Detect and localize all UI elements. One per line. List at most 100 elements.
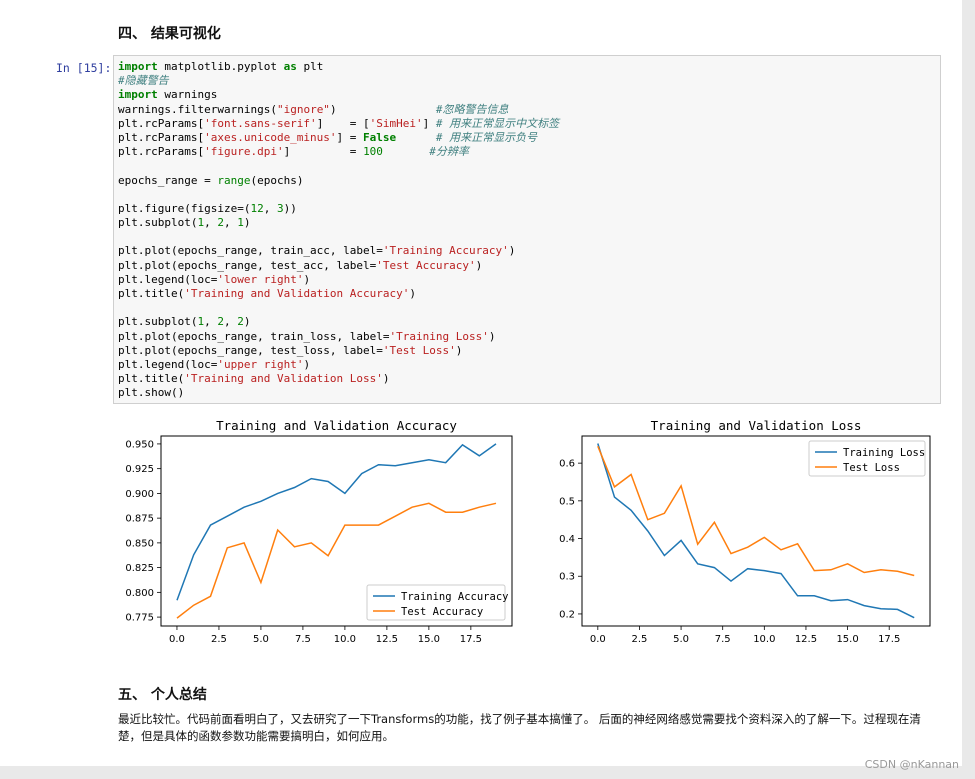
summary-paragraph: 最近比较忙。代码前面看明白了，又去研究了一下Transforms的功能，找了例子… <box>118 712 921 743</box>
code-token: ) <box>488 329 496 343</box>
code-token: plt.title( <box>118 287 185 300</box>
code-token: plt.plot(epochs_range, train_acc, label= <box>118 244 383 258</box>
x-tick-label: 12.5 <box>376 634 398 645</box>
code-token: plt.plot(epochs_range, train_loss, label… <box>118 329 390 343</box>
code-line: plt.rcParams['font.sans-serif'] = ['SimH… <box>118 117 559 131</box>
code-token: 'upper right' <box>217 357 304 371</box>
x-tick-label: 12.5 <box>795 634 817 645</box>
code-token: ) <box>303 357 311 371</box>
x-tick-label: 7.5 <box>295 634 311 645</box>
code-token: plt.plot(epochs_range, test_loss, label= <box>118 343 383 357</box>
code-token: import <box>118 60 158 73</box>
loss-chart: Training and Validation Loss 0.0 2.5 5.0 7.5… <box>559 418 931 645</box>
code-line: plt.figure(figsize=(12, 3)) <box>118 202 559 216</box>
code-line: epochs_range = range(epochs) <box>118 174 559 188</box>
code-token: )) <box>283 201 297 215</box>
code-token: , <box>223 315 238 329</box>
code-token: plt.subplot( <box>118 315 198 329</box>
code-token: 1 <box>237 216 244 230</box>
code-line: plt.title('Training and Validation Accur… <box>118 287 559 301</box>
code-token: ) <box>382 372 390 386</box>
code-token: 'SimHei' <box>369 116 423 130</box>
code-token: warnings <box>157 88 218 102</box>
x-tick-label: 5.0 <box>253 634 269 645</box>
x-tick-label: 2.5 <box>211 634 227 645</box>
code-token: plt.show() <box>118 386 185 400</box>
code-cell[interactable]: import matplotlib.pyplot as plt #隐藏警告 impo… <box>113 55 941 404</box>
code-token: ] = <box>283 145 364 159</box>
code-token: ) <box>243 216 251 230</box>
y-tick-label: 0.925 <box>125 464 154 475</box>
y-tick-label: 0.950 <box>125 439 154 450</box>
code-token: 'figure.dpi' <box>204 145 284 159</box>
code-token: ) <box>243 315 251 329</box>
x-tick-label: 17.5 <box>460 634 482 645</box>
code-token: 'Training Loss' <box>389 329 489 343</box>
code-token: 'Training and Validation Accuracy' <box>184 287 410 300</box>
code-token: ) <box>409 287 417 300</box>
code-line: plt.subplot(1, 2, 1) <box>118 216 559 230</box>
code-token: , <box>204 315 218 329</box>
code-line: plt.show() <box>118 386 559 400</box>
code-token: 'Test Accuracy' <box>376 258 476 272</box>
code-token: plt.legend(loc= <box>118 357 218 371</box>
code-line: plt.title('Training and Validation Loss'… <box>118 372 559 386</box>
legend-label: Training Loss <box>843 447 925 459</box>
y-tick-label: 0.4 <box>559 534 575 545</box>
code-editor[interactable]: import matplotlib.pyplot as plt #隐藏警告 impo… <box>118 60 559 401</box>
code-line: import warnings <box>118 88 559 102</box>
code-token: #忽略警告信息 <box>435 102 509 116</box>
y-tick-label: 0.6 <box>559 459 575 470</box>
code-line: import matplotlib.pyplot as plt <box>118 60 559 74</box>
x-tick-label: 17.5 <box>878 634 900 645</box>
y-tick-label: 0.800 <box>125 588 154 599</box>
code-token: 3 <box>276 201 284 215</box>
code-token: ) <box>329 102 436 116</box>
x-tick-label: 5.0 <box>673 634 689 645</box>
legend-label: Test Accuracy <box>401 606 483 618</box>
accuracy-chart: Training and Validation Accuracy 0.0 2.5 5.… <box>125 418 513 645</box>
legend-label: Training Accuracy <box>401 591 508 603</box>
y-tick-label: 0.2 <box>559 609 575 620</box>
x-tick-label: 0.0 <box>590 634 606 645</box>
code-token: 'font.sans-serif' <box>204 116 317 130</box>
code-token: ] = [ <box>316 116 370 130</box>
cell-prompt: In [15]: <box>56 61 112 75</box>
x-tick-label: 10.0 <box>753 634 775 645</box>
x-tick-label: 2.5 <box>631 634 647 645</box>
code-line: plt.legend(loc='upper right') <box>118 358 559 372</box>
legend: Training Accuracy Test Accuracy <box>366 584 508 621</box>
code-token: plt.subplot( <box>118 216 198 230</box>
code-token: plt <box>296 60 324 73</box>
code-token: 'Training and Validation Loss' <box>184 372 383 386</box>
x-tick-label: 7.5 <box>715 634 731 645</box>
notebook-page: 四、 结果可视化 In [15]: import matplotlib.pypl… <box>0 0 962 766</box>
code-token: ) <box>303 272 311 286</box>
code-line: plt.plot(epochs_range, train_acc, label=… <box>118 244 559 258</box>
y-tick-label: 0.850 <box>125 538 154 549</box>
code-token: ] = <box>336 130 364 144</box>
watermark: CSDN @nKannan <box>864 758 959 771</box>
code-token: range <box>217 173 251 187</box>
y-tick-label: 0.825 <box>125 563 154 574</box>
code-token: 'axes.unicode_minus' <box>204 130 337 144</box>
code-line: plt.rcParams['figure.dpi'] = 100 #分辨率 <box>118 145 559 159</box>
code-token: 'Test Loss' <box>382 343 456 357</box>
code-token: "ignore" <box>276 102 330 116</box>
legend: Training Loss Test Loss <box>808 440 926 477</box>
chart-title: Training and Validation Loss <box>651 418 862 433</box>
code-token: epochs_range = <box>118 173 218 187</box>
y-tick-label: 0.3 <box>559 572 575 583</box>
code-token: 'Training Accuracy' <box>382 244 509 258</box>
code-token: matplotlib.pyplot <box>157 60 284 73</box>
code-token: warnings.filterwarnings( <box>118 102 277 116</box>
code-line: plt.subplot(1, 2, 2) <box>118 315 559 329</box>
code-token: ] <box>422 116 436 130</box>
x-tick-label: 10.0 <box>334 634 356 645</box>
y-tick-label: 0.875 <box>125 514 154 525</box>
code-token: , <box>204 216 218 230</box>
code-token: plt.rcParams[ <box>118 116 205 130</box>
code-token: plt.rcParams[ <box>118 130 205 144</box>
